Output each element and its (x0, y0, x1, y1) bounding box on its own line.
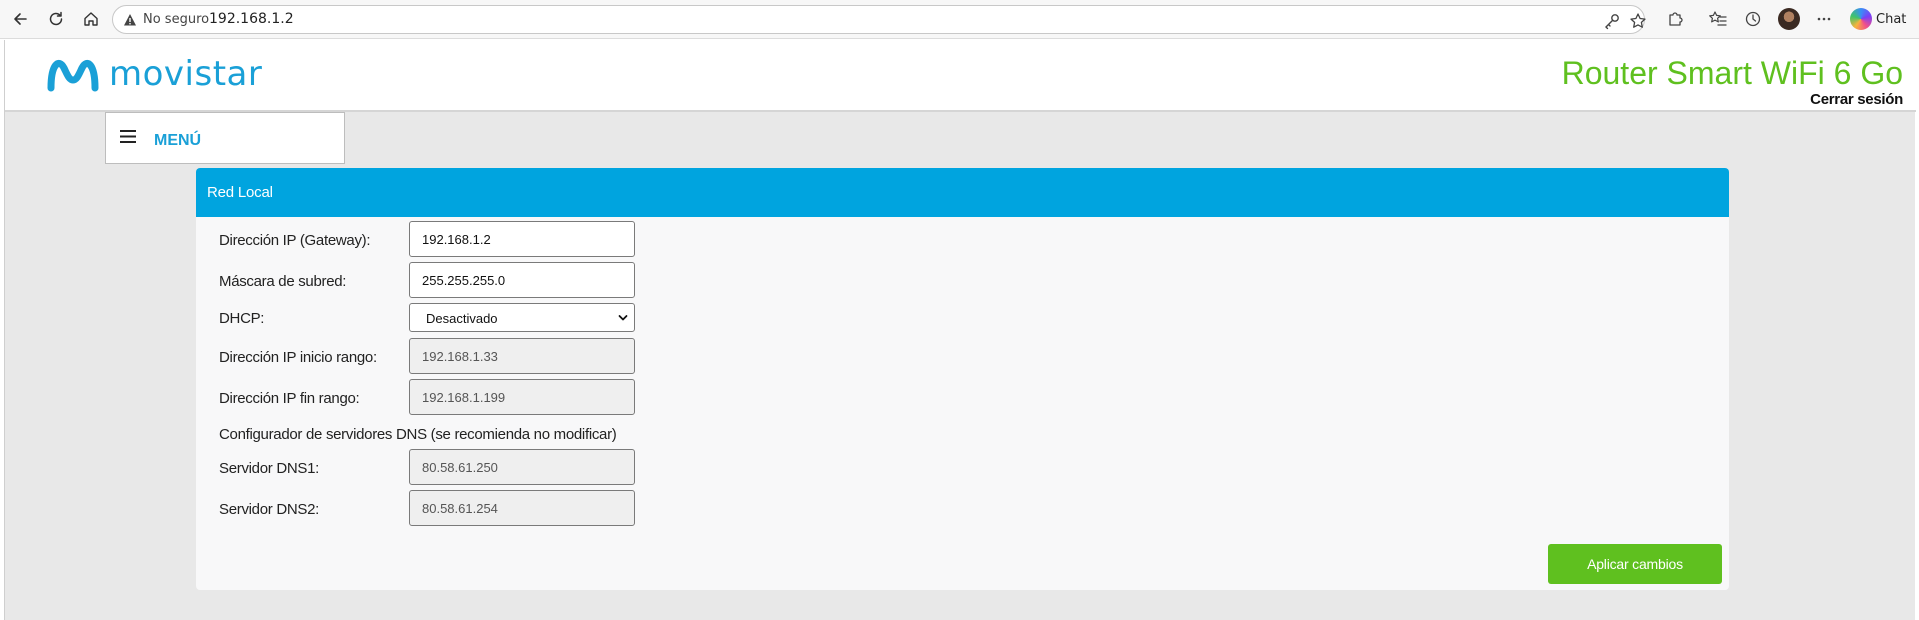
hamburger-menu-icon (120, 130, 136, 143)
warning-icon (124, 14, 136, 26)
gateway-label: Dirección IP (Gateway): (219, 232, 371, 249)
extensions-icon[interactable] (1665, 9, 1685, 29)
lan-settings-panel: Red Local Dirección IP (Gateway): 192.16… (196, 168, 1729, 590)
dns1-input[interactable]: 80.58.61.250 (409, 449, 635, 485)
dns2-label: Servidor DNS2: (219, 501, 320, 518)
router-page: movistar Router Smart WiFi 6 Go Cerrar s… (4, 40, 1916, 620)
range-end-label: Dirección IP fin rango: (219, 390, 360, 407)
range-end-value: 192.168.1.199 (422, 390, 506, 405)
chevron-down-icon (618, 315, 628, 321)
range-end-input[interactable]: 192.168.1.199 (409, 379, 635, 415)
refresh-icon (49, 11, 63, 26)
page-header: movistar Router Smart WiFi 6 Go Cerrar s… (5, 40, 1916, 112)
subnet-mask-value: 255.255.255.0 (422, 273, 506, 288)
back-arrow-icon (14, 13, 27, 25)
favorites-icon[interactable] (1708, 9, 1728, 29)
address-bar[interactable]: No seguro 192.168.1.2 (112, 5, 1647, 34)
home-icon (84, 12, 98, 26)
copilot-chat-button[interactable]: Chat (1850, 7, 1906, 31)
history-icon[interactable] (1743, 9, 1763, 29)
more-options-icon[interactable] (1814, 9, 1834, 29)
dns-section-heading: Configurador de servidores DNS (se recom… (219, 426, 617, 443)
home-button[interactable] (80, 8, 102, 30)
gateway-ip-value: 192.168.1.2 (422, 232, 491, 247)
refresh-button[interactable] (45, 8, 67, 30)
dhcp-selected-value: Desactivado (426, 311, 498, 326)
dns2-input[interactable]: 80.58.61.254 (409, 490, 635, 526)
logout-link[interactable]: Cerrar sesión (1810, 91, 1903, 108)
browser-toolbar: No seguro 192.168.1.2 Chat (0, 0, 1919, 39)
range-start-value: 192.168.1.33 (422, 349, 498, 364)
back-button[interactable] (9, 8, 31, 30)
dhcp-label: DHCP: (219, 310, 265, 327)
dhcp-select[interactable]: Desactivado (409, 303, 635, 332)
range-start-input[interactable]: 192.168.1.33 (409, 338, 635, 374)
movistar-logo-text: movistar (109, 54, 263, 94)
subnet-mask-input[interactable]: 255.255.255.0 (409, 262, 635, 298)
apply-changes-button[interactable]: Aplicar cambios (1548, 544, 1722, 584)
menu-label: MENÚ (154, 132, 202, 149)
not-secure-label[interactable]: No seguro (143, 12, 209, 27)
profile-avatar[interactable] (1778, 8, 1800, 30)
key-icon[interactable] (1603, 12, 1621, 30)
dns1-value: 80.58.61.250 (422, 460, 498, 475)
panel-header: Red Local (196, 168, 1729, 217)
range-start-label: Dirección IP inicio rango: (219, 349, 377, 366)
movistar-logo-icon (47, 60, 99, 92)
gateway-ip-input[interactable]: 192.168.1.2 (409, 221, 635, 257)
dns1-label: Servidor DNS1: (219, 460, 320, 477)
router-model-title: Router Smart WiFi 6 Go (1561, 55, 1903, 91)
dns2-value: 80.58.61.254 (422, 501, 498, 516)
subnet-mask-label: Máscara de subred: (219, 273, 347, 290)
menu-button[interactable]: MENÚ (105, 112, 345, 164)
chat-label: Chat (1876, 11, 1907, 27)
copilot-icon (1850, 8, 1872, 30)
url-text[interactable]: 192.168.1.2 (209, 11, 294, 27)
panel-title: Red Local (207, 184, 273, 201)
favorite-star-icon[interactable] (1629, 12, 1647, 30)
